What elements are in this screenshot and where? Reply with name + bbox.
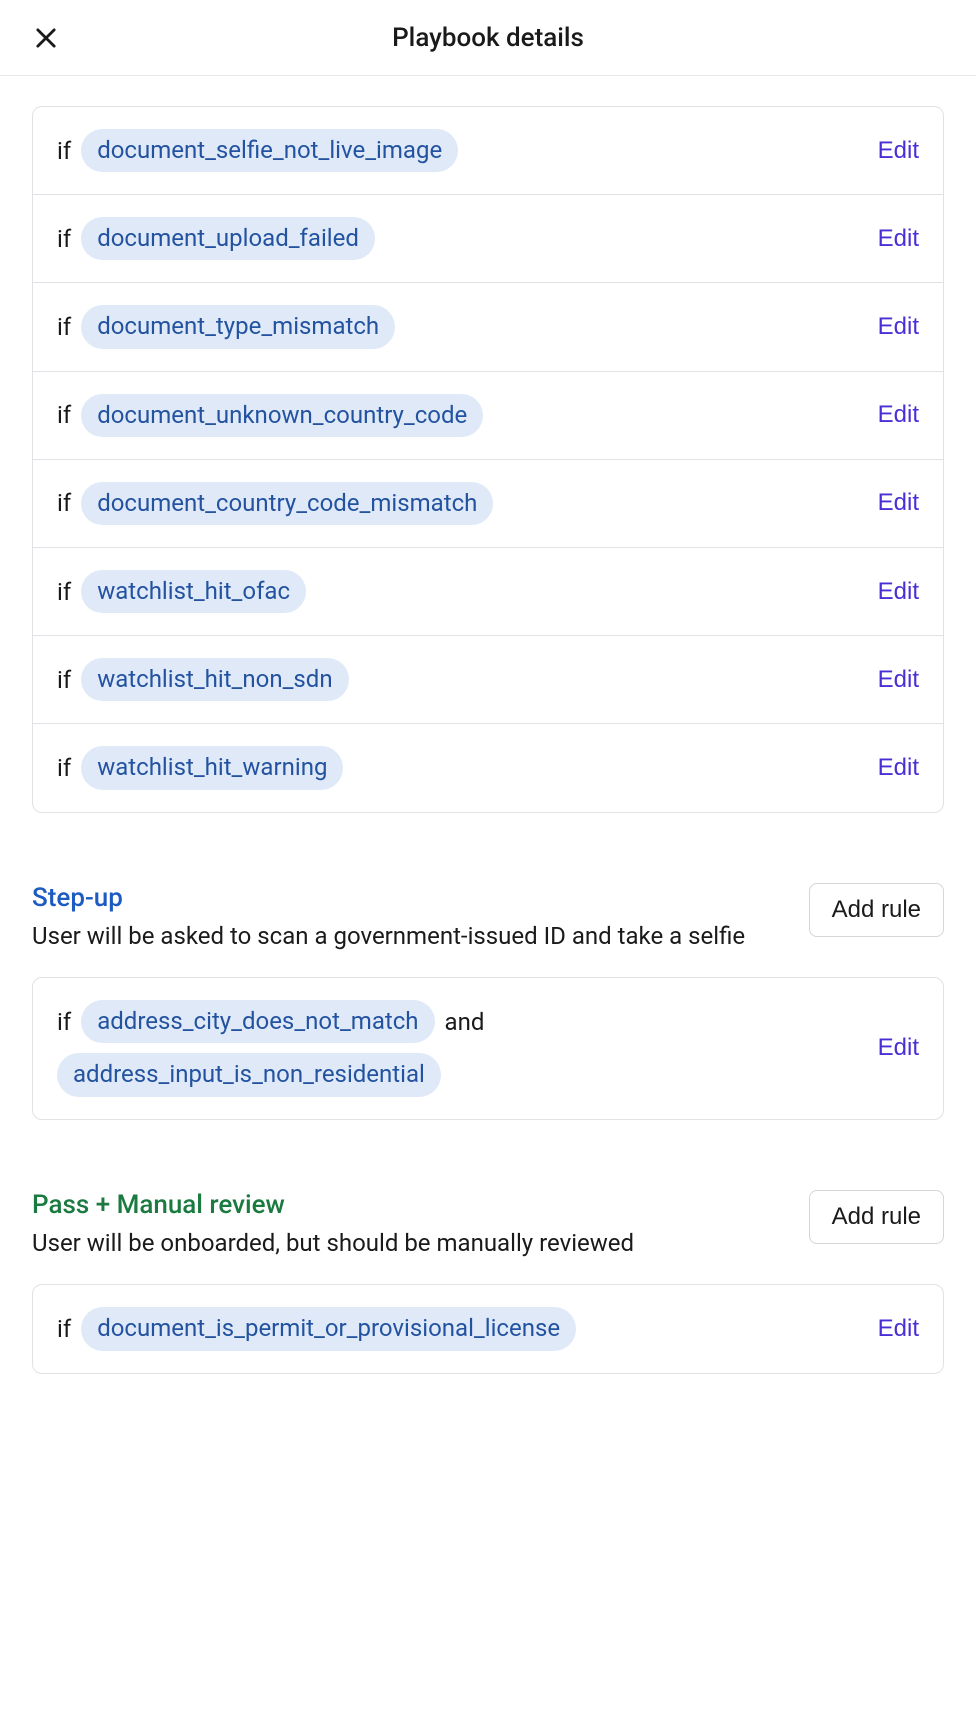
rule-tag: document_unknown_country_code bbox=[81, 394, 483, 437]
rule-condition: if watchlist_hit_non_sdn bbox=[57, 658, 862, 701]
rule-condition: if document_upload_failed bbox=[57, 217, 862, 260]
rule-list-stepup: if address_city_does_not_match and addre… bbox=[32, 977, 944, 1119]
section-description: User will be asked to scan a government-… bbox=[32, 919, 789, 954]
rule-tag: watchlist_hit_warning bbox=[81, 746, 343, 789]
edit-button[interactable]: Edit bbox=[878, 754, 919, 782]
rule-keyword-if: if bbox=[57, 489, 71, 517]
content: if document_selfie_not_live_image Edit i… bbox=[0, 76, 976, 1414]
edit-button[interactable]: Edit bbox=[878, 489, 919, 517]
edit-button[interactable]: Edit bbox=[878, 1034, 919, 1062]
close-icon bbox=[32, 24, 60, 52]
edit-button[interactable]: Edit bbox=[878, 225, 919, 253]
rule-row: if watchlist_hit_non_sdn Edit bbox=[33, 636, 943, 724]
rule-row: if address_city_does_not_match and addre… bbox=[33, 978, 943, 1118]
close-button[interactable] bbox=[24, 16, 68, 60]
edit-button[interactable]: Edit bbox=[878, 1315, 919, 1343]
rule-condition: if document_country_code_mismatch bbox=[57, 482, 862, 525]
rule-condition: if document_is_permit_or_provisional_lic… bbox=[57, 1307, 862, 1350]
section-title-pass-manual: Pass + Manual review bbox=[32, 1190, 789, 1220]
rule-tag: address_city_does_not_match bbox=[81, 1000, 434, 1043]
edit-button[interactable]: Edit bbox=[878, 313, 919, 341]
rule-condition: if document_selfie_not_live_image bbox=[57, 129, 862, 172]
rule-tag: document_is_permit_or_provisional_licens… bbox=[81, 1307, 576, 1350]
section-header: Step-up User will be asked to scan a gov… bbox=[32, 883, 944, 954]
edit-button[interactable]: Edit bbox=[878, 578, 919, 606]
section-header: Pass + Manual review User will be onboar… bbox=[32, 1190, 944, 1261]
section-description: User will be onboarded, but should be ma… bbox=[32, 1226, 789, 1261]
section-title-stepup: Step-up bbox=[32, 883, 789, 913]
edit-button[interactable]: Edit bbox=[878, 137, 919, 165]
rule-keyword-and: and bbox=[445, 1008, 485, 1036]
rule-keyword-if: if bbox=[57, 137, 71, 165]
edit-button[interactable]: Edit bbox=[878, 401, 919, 429]
rule-keyword-if: if bbox=[57, 754, 71, 782]
section-pass-manual: Pass + Manual review User will be onboar… bbox=[32, 1190, 944, 1374]
rule-list-pass-manual: if document_is_permit_or_provisional_lic… bbox=[32, 1284, 944, 1373]
rule-row: if document_is_permit_or_provisional_lic… bbox=[33, 1285, 943, 1372]
rule-row: if document_type_mismatch Edit bbox=[33, 283, 943, 371]
rule-row: if document_unknown_country_code Edit bbox=[33, 372, 943, 460]
add-rule-button[interactable]: Add rule bbox=[809, 883, 944, 937]
rule-condition: if address_city_does_not_match and addre… bbox=[57, 1000, 862, 1096]
rule-tag: watchlist_hit_non_sdn bbox=[81, 658, 348, 701]
rule-condition: if document_unknown_country_code bbox=[57, 394, 862, 437]
rule-row: if watchlist_hit_warning Edit bbox=[33, 724, 943, 811]
rule-tag: watchlist_hit_ofac bbox=[81, 570, 306, 613]
rule-keyword-if: if bbox=[57, 313, 71, 341]
rule-keyword-if: if bbox=[57, 666, 71, 694]
section-header-text: Pass + Manual review User will be onboar… bbox=[32, 1190, 789, 1261]
rule-row: if document_country_code_mismatch Edit bbox=[33, 460, 943, 548]
rule-row: if document_selfie_not_live_image Edit bbox=[33, 107, 943, 195]
rule-tag: document_type_mismatch bbox=[81, 305, 395, 348]
rule-keyword-if: if bbox=[57, 401, 71, 429]
rule-tag: document_selfie_not_live_image bbox=[81, 129, 458, 172]
page-title: Playbook details bbox=[24, 23, 952, 53]
edit-button[interactable]: Edit bbox=[878, 666, 919, 694]
rule-keyword-if: if bbox=[57, 225, 71, 253]
rule-tag: address_input_is_non_residential bbox=[57, 1053, 441, 1096]
rule-condition: if document_type_mismatch bbox=[57, 305, 862, 348]
rule-keyword-if: if bbox=[57, 578, 71, 606]
header: Playbook details bbox=[0, 0, 976, 76]
rule-list-top: if document_selfie_not_live_image Edit i… bbox=[32, 106, 944, 813]
section-stepup: Step-up User will be asked to scan a gov… bbox=[32, 883, 944, 1120]
rule-keyword-if: if bbox=[57, 1315, 71, 1343]
rule-row: if watchlist_hit_ofac Edit bbox=[33, 548, 943, 636]
rule-tag: document_country_code_mismatch bbox=[81, 482, 493, 525]
add-rule-button[interactable]: Add rule bbox=[809, 1190, 944, 1244]
rule-row: if document_upload_failed Edit bbox=[33, 195, 943, 283]
rule-tag: document_upload_failed bbox=[81, 217, 375, 260]
rule-keyword-if: if bbox=[57, 1008, 71, 1036]
section-header-text: Step-up User will be asked to scan a gov… bbox=[32, 883, 789, 954]
rule-condition: if watchlist_hit_ofac bbox=[57, 570, 862, 613]
rule-condition: if watchlist_hit_warning bbox=[57, 746, 862, 789]
